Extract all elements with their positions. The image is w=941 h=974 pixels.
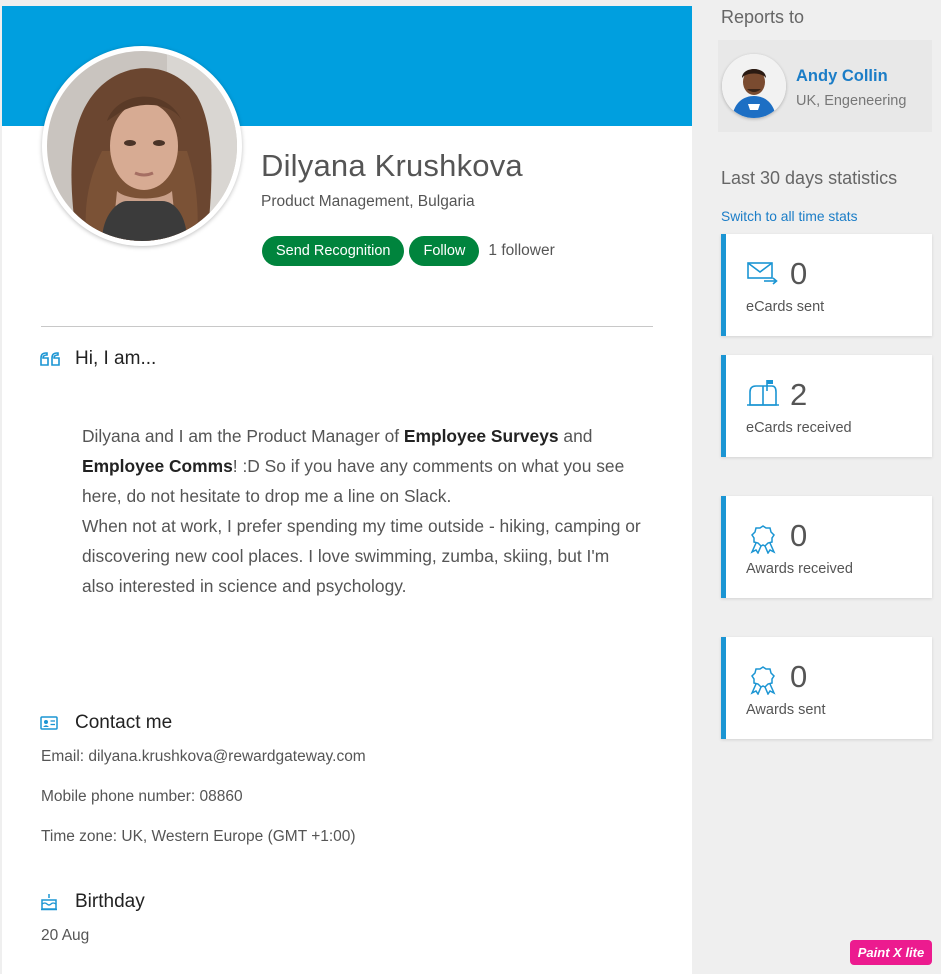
profile-actions: Send Recognition Follow 1 follower	[262, 236, 555, 266]
quote-icon	[40, 349, 64, 369]
followers-count[interactable]: 1 follower	[488, 242, 554, 260]
stat-label: Awards received	[746, 561, 853, 577]
stat-label: eCards sent	[746, 299, 825, 315]
manager-name[interactable]: Andy Collin	[796, 67, 888, 86]
contact-title: Contact me	[75, 712, 173, 733]
stat-label: eCards received	[746, 420, 852, 436]
contact-header: Contact me	[40, 712, 172, 734]
stat-value: 2	[790, 377, 808, 412]
manager-department: UK, Engeneering	[796, 93, 907, 109]
manager-card[interactable]: Andy Collin UK, Engeneering	[718, 40, 932, 132]
watermark-badge: Paint X lite	[850, 940, 932, 965]
award-ribbon-icon	[746, 524, 780, 555]
reports-to-label: Reports to	[721, 7, 805, 27]
stat-card-awards-sent[interactable]: 0 Awards sent	[721, 637, 932, 739]
about-text: Dilyana and I am the Product Manager of …	[82, 421, 642, 601]
contact-card-icon	[40, 713, 64, 733]
send-recognition-button[interactable]: Send Recognition	[262, 236, 405, 266]
profile-role: Product Management, Bulgaria	[261, 193, 475, 210]
stat-card-ecards-sent[interactable]: 0 eCards sent	[721, 234, 932, 336]
about-paragraph-1: Dilyana and I am the Product Manager of …	[82, 426, 625, 506]
birthday-title: Birthday	[75, 891, 145, 912]
stat-value: 0	[790, 256, 808, 291]
profile-photo	[47, 51, 237, 241]
about-paragraph-2: When not at work, I prefer spending my t…	[82, 516, 641, 596]
stat-card-awards-received[interactable]: 0 Awards received	[721, 496, 932, 598]
profile-name: Dilyana Krushkova	[261, 148, 523, 183]
stat-card-ecards-received[interactable]: 2 eCards received	[721, 355, 932, 457]
mailbox-icon	[746, 379, 780, 409]
award-ribbon-icon	[746, 665, 780, 696]
stats-title: Last 30 days statistics	[721, 168, 898, 188]
cake-icon	[40, 892, 64, 912]
profile-avatar[interactable]	[42, 46, 242, 246]
about-header: Hi, I am...	[40, 348, 156, 370]
profile-card: Dilyana Krushkova Product Management, Bu…	[2, 6, 692, 974]
birthday-date: 20 Aug	[41, 927, 90, 944]
contact-email[interactable]: Email: dilyana.krushkova@rewardgateway.c…	[41, 748, 366, 766]
about-title: Hi, I am...	[75, 348, 157, 369]
contact-mobile: Mobile phone number: 08860	[41, 788, 243, 805]
stat-value: 0	[790, 518, 808, 553]
stat-value: 0	[790, 659, 808, 694]
manager-avatar[interactable]	[722, 54, 786, 118]
ecard-sent-icon	[746, 258, 780, 288]
section-divider	[41, 326, 653, 327]
stat-label: Awards sent	[746, 702, 826, 718]
switch-to-all-time-link[interactable]: Switch to all time stats	[721, 209, 857, 224]
follow-button[interactable]: Follow	[409, 236, 480, 266]
birthday-header: Birthday	[40, 891, 145, 913]
contact-timezone: Time zone: UK, Western Europe (GMT +1:00…	[41, 828, 356, 845]
